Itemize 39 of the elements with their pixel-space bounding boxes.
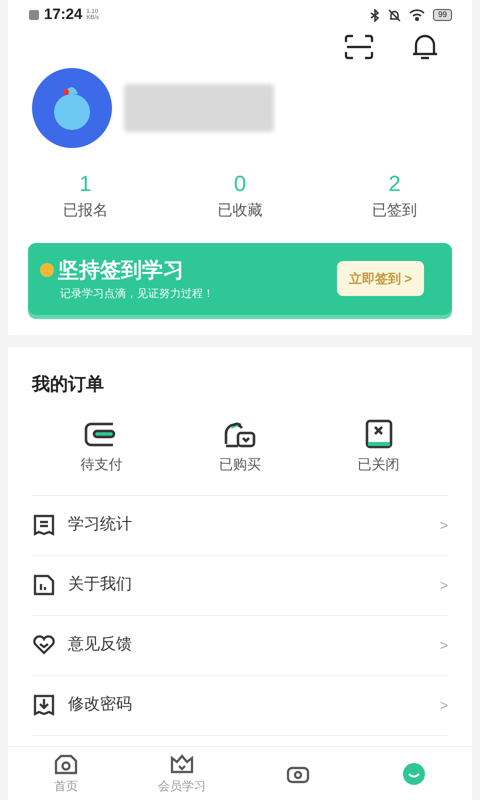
battery-indicator: 99 bbox=[433, 9, 452, 21]
status-time: 17:24 bbox=[44, 4, 82, 25]
camera-icon bbox=[53, 752, 79, 776]
stat-label: 已签到 bbox=[372, 201, 418, 221]
menu-item[interactable]: 关于我们 > bbox=[32, 556, 448, 616]
menu-label: 意见反馈 bbox=[68, 634, 133, 655]
bluetooth-icon bbox=[370, 8, 380, 22]
menu-item[interactable]: 学习统计 > bbox=[32, 496, 448, 556]
chevron: > bbox=[440, 576, 448, 594]
menu-label: 学习统计 bbox=[68, 514, 133, 535]
chevron: > bbox=[440, 696, 448, 714]
banner-title: 坚持签到学习 bbox=[58, 258, 184, 284]
chart-document-icon bbox=[32, 573, 56, 597]
menu-item[interactable]: 意见反馈 > bbox=[32, 616, 448, 676]
menu-item[interactable]: 修改密码 > bbox=[32, 676, 448, 736]
stat-value: 2 bbox=[388, 172, 401, 196]
coin-icon bbox=[40, 263, 54, 278]
profile-icon bbox=[401, 762, 427, 786]
list-document-icon bbox=[32, 513, 56, 537]
wifi-icon bbox=[409, 9, 426, 21]
scan-icon[interactable] bbox=[344, 34, 374, 60]
banner-subtitle: 记录学习点滴，见证努力过程！ bbox=[59, 286, 214, 302]
chevron: > bbox=[440, 636, 448, 654]
chevron: > bbox=[440, 516, 448, 534]
stat-label: 已收藏 bbox=[217, 201, 262, 221]
menu-label: 修改密码 bbox=[68, 694, 133, 715]
order-status-button[interactable]: 已关闭 bbox=[309, 418, 448, 474]
stat-value: 1 bbox=[79, 172, 92, 196]
section-title: 我的订单 bbox=[30, 372, 105, 396]
order-status-button[interactable]: 待支付 bbox=[32, 418, 171, 474]
order-status-button[interactable]: 已购买 bbox=[170, 418, 310, 474]
stat-label: 已报名 bbox=[62, 201, 108, 221]
heart-icon bbox=[32, 633, 56, 657]
menu-label: 关于我们 bbox=[68, 574, 133, 595]
sim-icon bbox=[28, 9, 40, 21]
stat-value: 0 bbox=[234, 172, 246, 196]
bell-off-icon bbox=[388, 8, 402, 22]
download-document-icon bbox=[32, 693, 56, 717]
bell-icon[interactable] bbox=[410, 34, 440, 60]
